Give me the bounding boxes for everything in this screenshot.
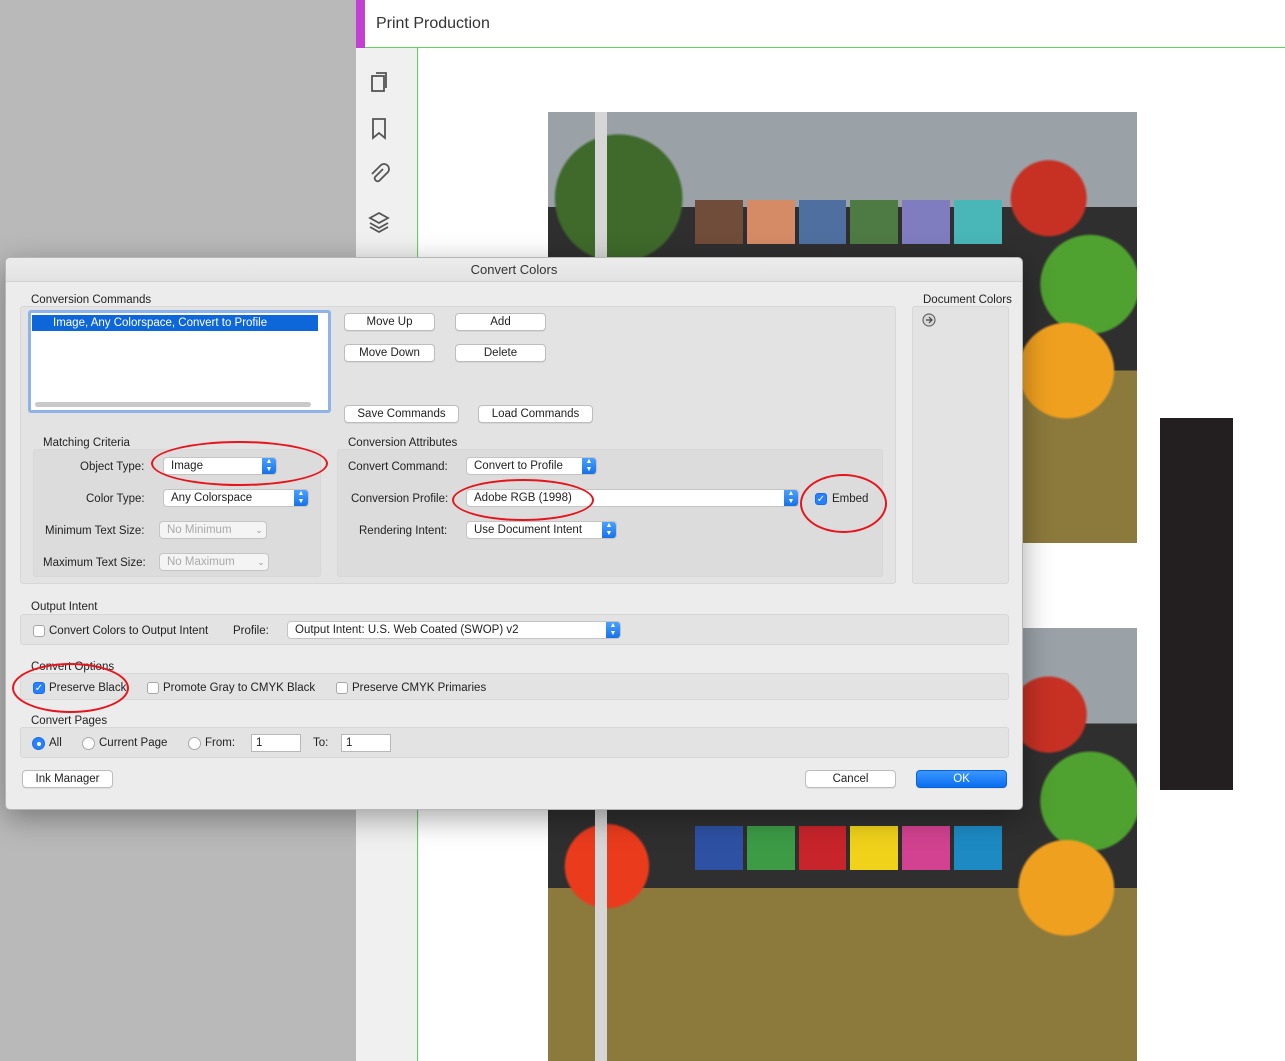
chevron-down-icon: ⌄ bbox=[255, 525, 263, 535]
promote-gray-checkbox[interactable] bbox=[147, 682, 159, 694]
rendering-intent-select[interactable]: Use Document Intent ▲ ▼ bbox=[466, 521, 617, 539]
chevron-updown-icon: ▲ ▼ bbox=[582, 458, 596, 474]
convert-options-label: Convert Options bbox=[31, 661, 115, 673]
object-type-value: Image bbox=[171, 460, 203, 472]
convert-command-value: Convert to Profile bbox=[474, 460, 563, 472]
min-text-size-label: Minimum Text Size: bbox=[45, 525, 145, 537]
conversion-profile-value: Adobe RGB (1998) bbox=[474, 492, 572, 504]
convert-command-select[interactable]: Convert to Profile ▲ ▼ bbox=[466, 457, 597, 475]
convert-command-label: Convert Command: bbox=[348, 461, 448, 473]
convert-colors-dialog: Convert Colors Conversion Commands Image… bbox=[5, 257, 1023, 810]
convert-pages-panel bbox=[20, 727, 1009, 758]
refresh-icon[interactable] bbox=[922, 313, 936, 327]
add-button[interactable]: Add bbox=[455, 313, 546, 331]
promote-gray-label: Promote Gray to CMYK Black bbox=[163, 682, 316, 694]
matching-criteria-label: Matching Criteria bbox=[43, 437, 130, 449]
min-text-size-value: No Minimum bbox=[167, 524, 232, 536]
preserve-cmyk-label: Preserve CMYK Primaries bbox=[352, 682, 487, 694]
conversion-profile-label: Conversion Profile: bbox=[351, 493, 449, 505]
pages-icon[interactable] bbox=[366, 70, 392, 96]
min-text-size-select: No Minimum ⌄ bbox=[159, 521, 267, 539]
delete-button[interactable]: Delete bbox=[455, 344, 546, 362]
output-profile-label: Profile: bbox=[233, 625, 269, 637]
print-production-header: Print Production bbox=[356, 0, 1285, 48]
embed-checkbox[interactable]: ✓ bbox=[815, 493, 827, 505]
list-item[interactable]: Image, Any Colorspace, Convert to Profil… bbox=[32, 315, 318, 331]
chevron-updown-icon: ▲ ▼ bbox=[784, 490, 798, 506]
object-type-select[interactable]: Image ▲ ▼ bbox=[163, 457, 277, 475]
color-type-label: Color Type: bbox=[86, 493, 145, 505]
convert-pages-label: Convert Pages bbox=[31, 715, 108, 727]
from-label: From: bbox=[205, 737, 236, 749]
output-profile-select[interactable]: Output Intent: U.S. Web Coated (SWOP) v2… bbox=[287, 621, 621, 639]
convert-to-output-intent-checkbox[interactable] bbox=[33, 625, 45, 637]
preserve-cmyk-checkbox[interactable] bbox=[336, 682, 348, 694]
chevron-down-icon: ⌄ bbox=[257, 557, 265, 567]
conversion-commands-label: Conversion Commands bbox=[31, 294, 152, 306]
accent-bar bbox=[356, 0, 365, 48]
attachment-icon[interactable] bbox=[366, 162, 392, 188]
commands-list[interactable]: Image, Any Colorspace, Convert to Profil… bbox=[28, 310, 331, 413]
to-page-input[interactable]: 1 bbox=[341, 734, 391, 752]
preserve-black-checkbox[interactable]: ✓ bbox=[33, 682, 45, 694]
load-commands-button[interactable]: Load Commands bbox=[478, 405, 593, 423]
color-type-value: Any Colorspace bbox=[171, 492, 253, 504]
save-commands-button[interactable]: Save Commands bbox=[344, 405, 459, 423]
convert-to-output-intent-label: Convert Colors to Output Intent bbox=[49, 625, 209, 637]
chevron-updown-icon: ▲ ▼ bbox=[262, 458, 276, 474]
preserve-black-label: Preserve Black bbox=[49, 682, 127, 694]
to-label: To: bbox=[313, 737, 329, 749]
current-page-radio[interactable] bbox=[82, 737, 95, 750]
output-profile-value: Output Intent: U.S. Web Coated (SWOP) v2 bbox=[295, 624, 519, 636]
max-text-size-select: No Maximum ⌄ bbox=[159, 553, 269, 571]
max-text-size-value: No Maximum bbox=[167, 556, 235, 568]
document-colors-label: Document Colors bbox=[923, 294, 1012, 306]
bookmark-icon[interactable] bbox=[366, 116, 392, 142]
page-range-radio[interactable] bbox=[188, 737, 201, 750]
current-page-label: Current Page bbox=[99, 737, 168, 749]
color-type-select[interactable]: Any Colorspace ▲ ▼ bbox=[163, 489, 309, 507]
all-pages-radio[interactable] bbox=[32, 737, 45, 750]
ok-button[interactable]: OK bbox=[916, 770, 1007, 788]
list-scrollbar[interactable] bbox=[35, 402, 311, 407]
move-down-button[interactable]: Move Down bbox=[344, 344, 435, 362]
rendering-intent-value: Use Document Intent bbox=[474, 524, 583, 536]
max-text-size-label: Maximum Text Size: bbox=[43, 557, 146, 569]
object-type-label: Object Type: bbox=[80, 461, 145, 473]
chevron-updown-icon: ▲ ▼ bbox=[606, 622, 620, 638]
layers-icon[interactable] bbox=[366, 209, 392, 235]
dialog-title: Convert Colors bbox=[6, 258, 1022, 282]
document-colors-panel bbox=[912, 306, 1009, 584]
output-intent-label: Output Intent bbox=[31, 601, 98, 613]
black-swatch bbox=[1160, 418, 1233, 790]
chevron-updown-icon: ▲ ▼ bbox=[602, 522, 616, 538]
chevron-updown-icon: ▲ ▼ bbox=[294, 490, 308, 506]
cancel-button[interactable]: Cancel bbox=[805, 770, 896, 788]
conversion-attributes-label: Conversion Attributes bbox=[348, 437, 458, 449]
conversion-profile-select[interactable]: Adobe RGB (1998) ▲ ▼ bbox=[466, 489, 799, 507]
embed-label: Embed bbox=[832, 493, 869, 505]
ink-manager-button[interactable]: Ink Manager bbox=[22, 770, 113, 788]
from-page-input[interactable]: 1 bbox=[251, 734, 301, 752]
panel-title: Print Production bbox=[376, 15, 490, 32]
all-pages-label: All bbox=[49, 737, 62, 749]
move-up-button[interactable]: Move Up bbox=[344, 313, 435, 331]
rendering-intent-label: Rendering Intent: bbox=[359, 525, 448, 537]
